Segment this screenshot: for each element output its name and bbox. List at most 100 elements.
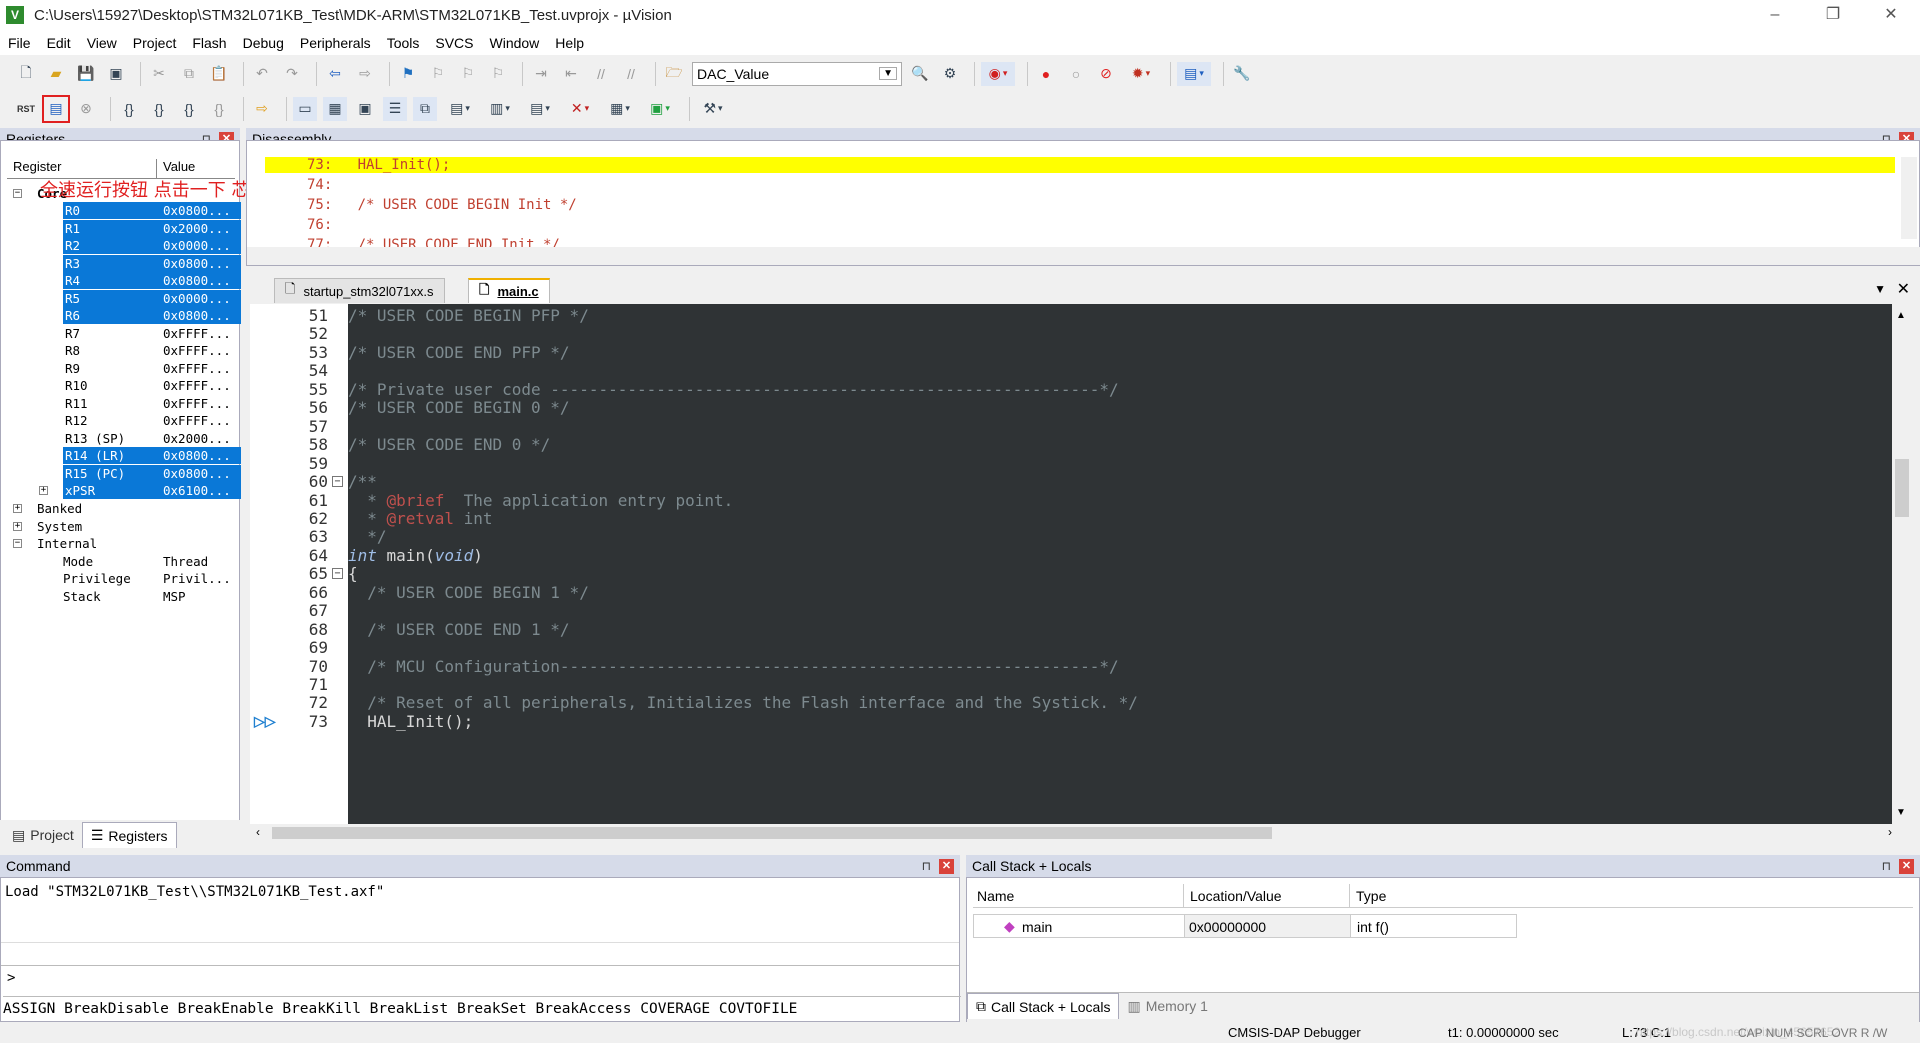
toolbox-icon[interactable]: ⚒	[696, 97, 730, 121]
register-row[interactable]: R9 0xFFFF...	[7, 360, 235, 377]
target-combo[interactable]: DAC_Value ▼	[692, 61, 902, 86]
register-value[interactable]: 0xFFFF...	[157, 395, 241, 412]
command-input[interactable]	[1, 968, 959, 990]
register-value[interactable]: 0x0800...	[157, 202, 241, 219]
code-line[interactable]: /* USER CODE BEGIN 1 */	[348, 583, 589, 602]
kill-all-breakpoints-icon[interactable]: ✹	[1124, 62, 1158, 86]
fold-icon[interactable]: −	[332, 568, 343, 580]
find-icon[interactable]: 🔍	[908, 62, 932, 86]
code-line[interactable]: * @brief The application entry point.	[348, 491, 733, 510]
register-row[interactable]: R3 0x0800...	[7, 254, 241, 272]
editor-vscrollbar[interactable]: ▲ ▼	[1892, 304, 1912, 824]
scroll-right-icon[interactable]: ›	[1888, 825, 1892, 839]
save-all-icon[interactable]: ▣	[104, 62, 128, 86]
tab-registers[interactable]: ☰ Registers	[81, 822, 177, 848]
menu-debug[interactable]: Debug	[235, 35, 292, 51]
redo-icon[interactable]: ↷	[280, 62, 304, 86]
disassembly-line[interactable]: 76:	[307, 217, 332, 233]
register-row[interactable]: R0 0x0800...	[7, 202, 241, 219]
register-value[interactable]: 0x0800...	[157, 272, 241, 289]
register-row[interactable]: R10 0xFFFF...	[7, 377, 235, 394]
code-line[interactable]: /* USER CODE END 0 */	[348, 435, 550, 454]
close-editor-icon[interactable]: ✕	[1897, 279, 1910, 299]
disassembly-line[interactable]: 75: /* USER CODE BEGIN Init */	[307, 197, 577, 213]
register-row[interactable]: R8 0xFFFF...	[7, 342, 235, 359]
register-row[interactable]: R13 (SP) 0x2000...	[7, 430, 235, 447]
system-group[interactable]: + System	[7, 518, 235, 535]
command-window-icon[interactable]: ▭	[293, 96, 317, 121]
register-value[interactable]: 0x6100...	[157, 482, 241, 499]
menu-help[interactable]: Help	[547, 35, 592, 51]
register-value[interactable]: 0x2000...	[157, 430, 241, 447]
watch-windows-icon[interactable]: ▤	[443, 97, 477, 121]
disassembly-line[interactable]: 74:	[307, 177, 332, 193]
show-next-statement-icon[interactable]: ⇨	[250, 97, 274, 121]
tab-project[interactable]: ▤ Project	[4, 822, 82, 848]
scroll-left-icon[interactable]: ‹	[256, 825, 260, 839]
code-line[interactable]: /* Reset of all peripherals, Initializes…	[348, 693, 1138, 712]
disassembly-window-icon[interactable]: ▦	[323, 96, 347, 121]
insert-breakpoint-icon[interactable]: ●	[1034, 62, 1058, 86]
disassembly-hscrollbar[interactable]	[247, 247, 1920, 265]
register-row[interactable]: R11 0xFFFF...	[7, 395, 235, 412]
code-line[interactable]: /**	[348, 472, 377, 491]
register-value[interactable]: 0x0800...	[157, 464, 241, 482]
menu-view[interactable]: View	[79, 35, 125, 51]
menu-edit[interactable]: Edit	[39, 35, 79, 51]
window-layout-icon[interactable]: ▤	[1177, 61, 1211, 86]
editor-hscrollbar[interactable]: ‹ ›	[250, 824, 1912, 842]
minimize-button[interactable]: –	[1746, 0, 1804, 30]
comment-icon[interactable]: //	[589, 62, 613, 86]
menu-project[interactable]: Project	[125, 35, 185, 51]
register-value[interactable]: 0xFFFF...	[157, 360, 241, 377]
reset-icon[interactable]: RST	[14, 97, 38, 121]
scroll-down-icon[interactable]: ▼	[1896, 807, 1906, 818]
register-row[interactable]: R1 0x2000...	[7, 219, 241, 237]
line-number-gutter[interactable]: 51 52 53 54 55 56 57 58 59 60−61 62 63 64 65−66 67 68 69…	[250, 304, 348, 824]
collapse-icon[interactable]: −	[13, 189, 22, 198]
banked-group[interactable]: + Banked	[7, 500, 235, 517]
code-line[interactable]: /* USER CODE END PFP */	[348, 343, 570, 362]
register-value[interactable]: 0x0800...	[157, 307, 241, 324]
callstack-row[interactable]: ◆ main 0x00000000 int f()	[973, 914, 1517, 938]
indent-icon[interactable]: ⇥	[529, 62, 553, 86]
menu-file[interactable]: File	[0, 35, 39, 51]
navigate-back-icon[interactable]: ⇦	[323, 62, 347, 86]
symbols-window-icon[interactable]: ▣	[353, 97, 377, 121]
navigate-forward-icon[interactable]: ⇨	[353, 62, 377, 86]
close-button[interactable]: ✕	[1862, 0, 1920, 30]
menu-window[interactable]: Window	[482, 35, 548, 51]
undo-icon[interactable]: ↶	[250, 62, 274, 86]
copy-icon[interactable]: ⧉	[177, 62, 201, 86]
menu-tools[interactable]: Tools	[379, 35, 428, 51]
system-viewer-icon[interactable]: ▣	[643, 97, 677, 121]
cut-icon[interactable]: ✂	[147, 62, 171, 86]
type-column[interactable]: Type	[1349, 884, 1392, 908]
internal-row[interactable]: Stack MSP	[7, 588, 235, 605]
register-value[interactable]: 0x0800...	[157, 447, 241, 464]
menu-peripherals[interactable]: Peripherals	[292, 35, 379, 51]
run-icon[interactable]: ▤	[42, 94, 70, 123]
run-to-cursor-icon[interactable]: {}	[207, 97, 231, 121]
configure-icon[interactable]: ⚙	[938, 62, 962, 86]
tab-list-icon[interactable]: ▼	[1874, 282, 1886, 296]
internal-row[interactable]: Privilege Privil...	[7, 570, 235, 587]
disable-all-breakpoints-icon[interactable]: ⊘	[1094, 62, 1118, 86]
register-row[interactable]: R2 0x0000...	[7, 237, 241, 254]
register-value[interactable]: 0xFFFF...	[157, 412, 241, 429]
debug-session-icon[interactable]: ◉	[981, 61, 1015, 86]
expand-icon[interactable]: +	[13, 504, 22, 513]
register-row[interactable]: R4 0x0800...	[7, 272, 241, 289]
disassembly-line[interactable]: 77: /* USER CODE END Init */	[307, 237, 560, 247]
code-line[interactable]: * @retval int	[348, 509, 492, 528]
register-row[interactable]: R6 0x0800...	[7, 307, 241, 324]
register-value[interactable]: 0x0800...	[157, 254, 241, 272]
expand-icon[interactable]: +	[39, 486, 48, 495]
find-in-files-icon[interactable]: 🗁	[662, 62, 686, 86]
code-line[interactable]: /* USER CODE END 1 */	[348, 620, 569, 639]
internal-group[interactable]: − Internal	[7, 535, 235, 552]
disable-breakpoint-icon[interactable]: ○	[1064, 62, 1088, 86]
step-out-icon[interactable]: {}	[177, 97, 201, 121]
call-stack-window-icon[interactable]: ⧉	[413, 96, 437, 121]
clear-bookmarks-icon[interactable]: ⚐	[486, 62, 510, 86]
